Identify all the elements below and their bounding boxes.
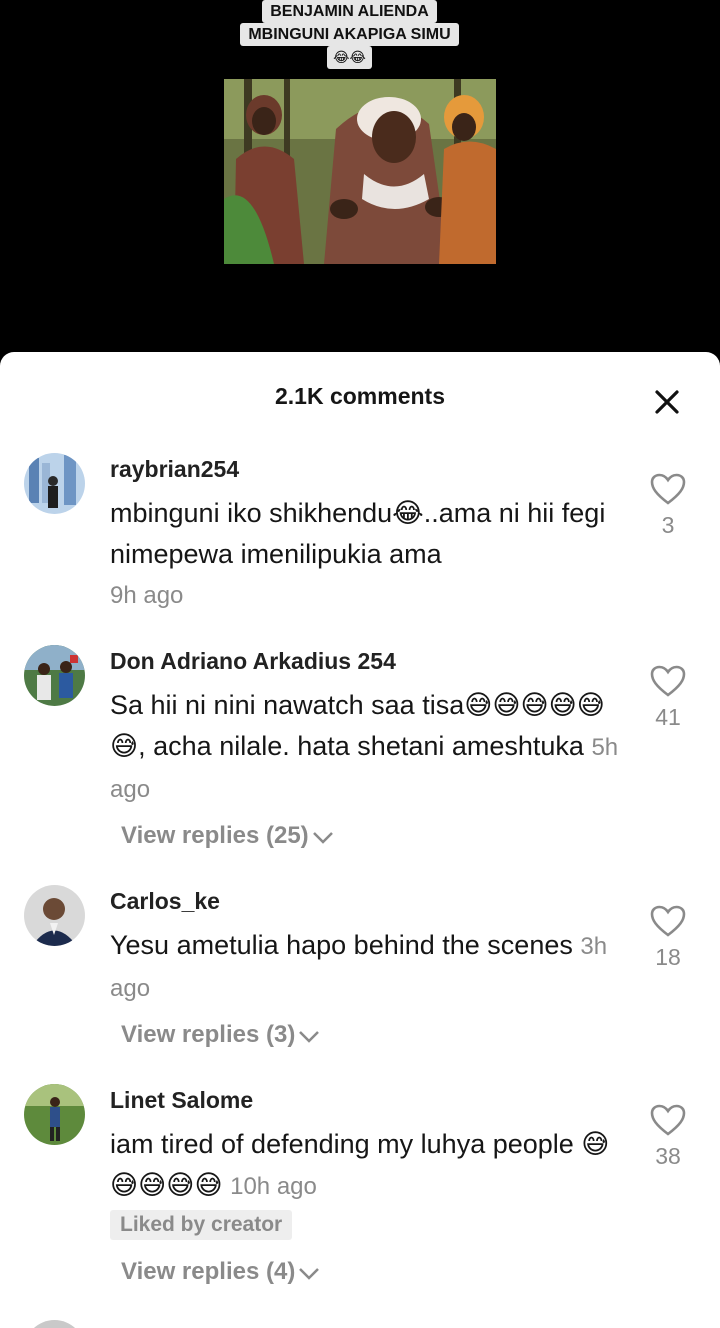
- like-button[interactable]: 3: [640, 473, 696, 539]
- view-replies-button[interactable]: View replies (4): [121, 1258, 321, 1286]
- avatar[interactable]: [24, 453, 85, 514]
- video-player[interactable]: BENJAMIN ALIENDA MBINGUNI AKAPIGA SIMU 😂…: [0, 0, 720, 360]
- like-count: 41: [655, 704, 681, 730]
- heart-icon: [650, 665, 686, 701]
- caption-line-2: MBINGUNI AKAPIGA SIMU: [240, 23, 459, 46]
- like-count: 38: [655, 1143, 681, 1169]
- like-button[interactable]: 38: [640, 1104, 696, 1170]
- view-replies-button[interactable]: View replies (25): [121, 822, 335, 850]
- video-thumbnail: [224, 79, 496, 264]
- chevron-down-icon: [295, 1021, 321, 1048]
- avatar[interactable]: [24, 1320, 85, 1328]
- view-replies-button[interactable]: View replies (3): [121, 1021, 321, 1049]
- comment-body: iam tired of defending my luhya people 😅…: [110, 1129, 610, 1200]
- chevron-down-icon: [309, 822, 335, 849]
- comment-text: iam tired of defending my luhya people 😅…: [110, 1124, 630, 1207]
- caption-line-1: BENJAMIN ALIENDA: [262, 0, 437, 23]
- comment-username[interactable]: Don Adriano Arkadius 254: [110, 648, 396, 675]
- comments-sheet: 2.1K comments raybrian254 mbinguni iko s…: [0, 352, 720, 1328]
- comment-text: Sa hii ni nini nawatch saa tisa😅😅😅😅😅😅, a…: [110, 685, 630, 810]
- comment-body: Sa hii ni nini nawatch saa tisa😅😅😅😅😅😅, a…: [110, 690, 605, 761]
- heart-icon: [650, 473, 686, 509]
- avatar[interactable]: [24, 885, 85, 946]
- close-icon[interactable]: [650, 385, 684, 419]
- avatar[interactable]: [24, 645, 85, 706]
- heart-icon: [650, 905, 686, 941]
- comment-body: Yesu ametulia hapo behind the scenes: [110, 930, 573, 960]
- comment-text: Yesu ametulia hapo behind the scenes 3h …: [110, 925, 630, 1009]
- heart-icon: [650, 1104, 686, 1140]
- view-replies-label: View replies (4): [121, 1258, 296, 1285]
- chevron-down-icon: [295, 1258, 321, 1285]
- view-replies-label: View replies (3): [121, 1021, 296, 1048]
- comment-username[interactable]: Carlos_ke: [110, 888, 220, 915]
- comment-username[interactable]: Linet Salome: [110, 1087, 253, 1114]
- comment-time: 9h ago: [110, 582, 184, 609]
- like-count: 18: [655, 944, 681, 970]
- like-button[interactable]: 41: [640, 665, 696, 731]
- like-button[interactable]: 18: [640, 905, 696, 971]
- comments-count-title: 2.1K comments: [274, 383, 445, 409]
- comment-username[interactable]: raybrian254: [110, 456, 239, 483]
- view-replies-label: View replies (25): [121, 822, 309, 849]
- like-count: 3: [661, 512, 675, 538]
- comment-time: 10h ago: [230, 1173, 317, 1200]
- comment-text: mbinguni iko shikhendu😂..ama ni hii fegi…: [110, 498, 606, 569]
- caption-emoji: 😂😂: [327, 46, 372, 69]
- video-caption: BENJAMIN ALIENDA MBINGUNI AKAPIGA SIMU 😂…: [239, 0, 460, 69]
- liked-by-creator-badge: Liked by creator: [110, 1210, 293, 1240]
- avatar[interactable]: [24, 1084, 85, 1145]
